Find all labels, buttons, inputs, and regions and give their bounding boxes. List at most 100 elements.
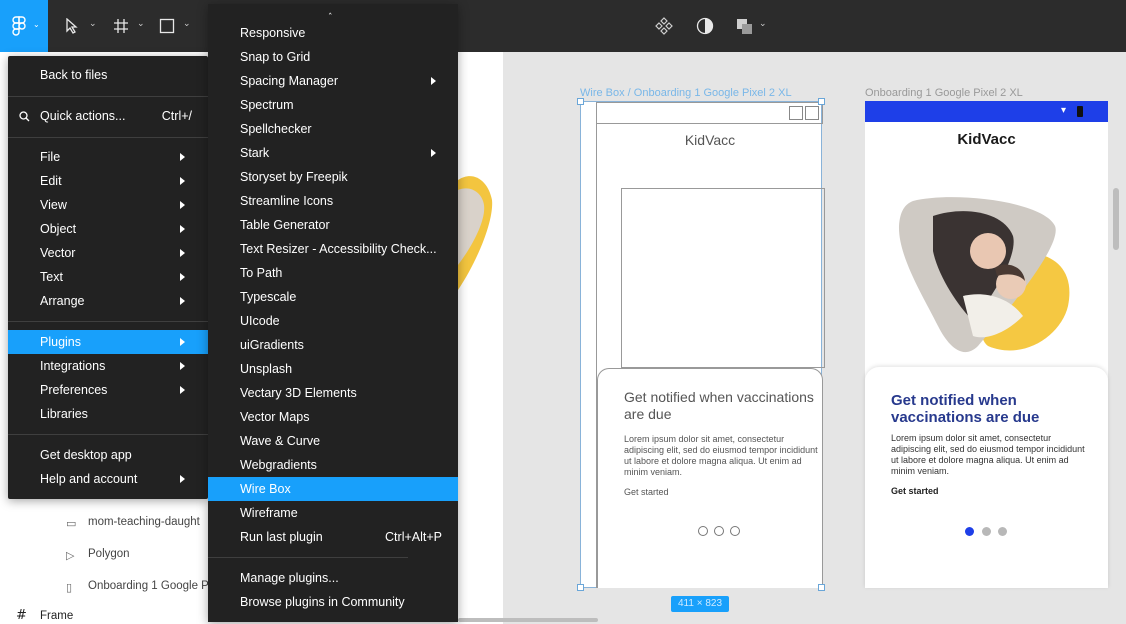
menu-item-view[interactable]: View [8,193,208,217]
menu-item-object[interactable]: Object [8,217,208,241]
frame-icon: # [16,608,27,623]
plugin-item-uigradients[interactable]: uiGradients [208,333,458,357]
plugin-item-typescale[interactable]: Typescale [208,285,458,309]
cursor-icon [66,18,78,34]
shape-tool[interactable]: ⌄ [146,0,194,52]
menu-item-get-desktop-app[interactable]: Get desktop app [8,443,208,467]
plugin-item-spellchecker[interactable]: Spellchecker [208,117,458,141]
wire-frame-label[interactable]: Wire Box / Onboarding 1 Google Pixel 2 X… [580,87,792,99]
real-frame-label[interactable]: Onboarding 1 Google Pixel 2 XL [865,87,1023,99]
wire-page-dot[interactable] [714,526,724,536]
plugin-item-streamline-icons[interactable]: Streamline Icons [208,189,458,213]
menu-item-label: Unsplash [240,362,293,376]
phone-status-bar: ▾ [865,101,1108,122]
frame-layer-row[interactable]: # Frame [0,607,210,624]
menu-item-text[interactable]: Text [8,265,208,289]
menu-item-label: Wire Box [240,482,291,496]
menu-item-label: Vector [40,246,76,260]
menu-item-preferences[interactable]: Preferences [8,378,208,402]
menu-item-label: Run last plugin [240,530,323,544]
menu-item-quick-actions[interactable]: Quick actions... Ctrl+/ [8,104,208,128]
menu-divider [8,434,208,435]
page-dot[interactable] [998,527,1007,536]
chevron-right-icon [180,177,185,185]
resize-handle[interactable] [577,584,584,591]
get-started-button[interactable]: Get started [891,486,939,496]
menu-divider [8,137,208,138]
menu-item-help-and-account[interactable]: Help and account [8,467,208,491]
vertical-scrollbar[interactable] [1113,188,1119,250]
wire-page-dot[interactable] [730,526,740,536]
menu-item-label: Edit [40,174,62,188]
resize-handle[interactable] [818,98,825,105]
plugin-item-table-generator[interactable]: Table Generator [208,213,458,237]
plugin-item-text-resizer[interactable]: Text Resizer - Accessibility Check... [208,237,458,261]
plugin-item-responsive[interactable]: Responsive [208,21,458,45]
app-title: KidVacc [957,131,1016,148]
plugin-item-spectrum[interactable]: Spectrum [208,93,458,117]
manage-plugins[interactable]: Manage plugins... [208,566,458,590]
plugin-item-uicode[interactable]: UIcode [208,309,458,333]
menu-item-libraries[interactable]: Libraries [8,402,208,426]
menu-item-file[interactable]: File [8,145,208,169]
resize-handle[interactable] [818,584,825,591]
menu-item-label: Text [40,270,63,284]
plugin-item-unsplash[interactable]: Unsplash [208,357,458,381]
onboarding-frame[interactable]: ▾ KidVacc Get notified when vaccinations… [865,101,1108,588]
horizontal-scrollbar[interactable] [458,618,598,622]
image-layer-icon: ▭ [66,517,77,530]
plugin-item-stark[interactable]: Stark [208,141,458,165]
components-icon[interactable] [655,17,673,35]
page-dot[interactable] [982,527,991,536]
run-last-plugin[interactable]: Run last plugin Ctrl+Alt+P [208,525,458,549]
move-tool[interactable]: ⌄ [52,0,100,52]
main-menu-button[interactable]: ⌄ [0,0,48,52]
plugins-submenu: ˆ Responsive Snap to Grid Spacing Manage… [208,4,458,622]
chevron-right-icon [180,225,185,233]
menu-item-label: Browse plugins in Community [240,595,405,609]
plugin-item-wireframe[interactable]: Wireframe [208,501,458,525]
menu-item-label: Spacing Manager [240,74,338,88]
layer-row[interactable]: ▷ Polygon [0,540,210,570]
menu-item-label: Plugins [40,335,81,349]
menu-item-edit[interactable]: Edit [8,169,208,193]
plugin-item-snap-to-grid[interactable]: Snap to Grid [208,45,458,69]
menu-item-arrange[interactable]: Arrange [8,289,208,313]
browse-plugins-community[interactable]: Browse plugins in Community [208,590,458,614]
layer-row[interactable]: ▭ mom-teaching-daught [0,508,210,538]
page-dot-active[interactable] [965,527,974,536]
mask-icon[interactable] [696,17,714,35]
plugin-item-webgradients[interactable]: Webgradients [208,453,458,477]
menu-divider [8,96,208,97]
menu-item-plugins[interactable]: Plugins [8,330,208,354]
plugin-item-wire-box[interactable]: Wire Box [208,477,458,501]
plugin-item-spacing-manager[interactable]: Spacing Manager [208,69,458,93]
boolean-icon[interactable] [736,17,756,35]
plugin-item-vectary[interactable]: Vectary 3D Elements [208,381,458,405]
mom-daughter-illustration [898,197,1070,353]
menu-item-vector[interactable]: Vector [8,241,208,265]
plugin-item-storyset[interactable]: Storyset by Freepik [208,165,458,189]
search-icon [19,111,30,122]
menu-item-back-to-files[interactable]: Back to files [8,63,208,87]
menu-item-integrations[interactable]: Integrations [8,354,208,378]
layer-row[interactable]: ▯ Onboarding 1 Google P [0,572,210,602]
plugin-item-to-path[interactable]: To Path [208,261,458,285]
plugin-item-vector-maps[interactable]: Vector Maps [208,405,458,429]
frame-tool[interactable]: ⌄ [100,0,148,52]
resize-handle[interactable] [577,98,584,105]
menu-item-label: Vector Maps [240,410,310,424]
menu-shortcut: Ctrl+/ [161,109,192,123]
menu-item-label: Help and account [40,472,138,486]
plugin-item-wave-curve[interactable]: Wave & Curve [208,429,458,453]
chevron-right-icon [180,273,185,281]
menu-item-label: Wireframe [240,506,298,520]
wire-box-frame[interactable]: KidVacc Get notified when vaccinations a… [580,101,825,588]
chevron-down-icon[interactable]: ⌄ [759,19,767,29]
figma-logo-icon [12,16,26,36]
wire-page-dot[interactable] [698,526,708,536]
chevron-down-icon: ⌄ [33,20,40,29]
wire-get-started-button[interactable]: Get started [624,487,669,497]
menu-item-label: Stark [240,146,270,160]
wire-placeholder-icon [789,106,803,120]
